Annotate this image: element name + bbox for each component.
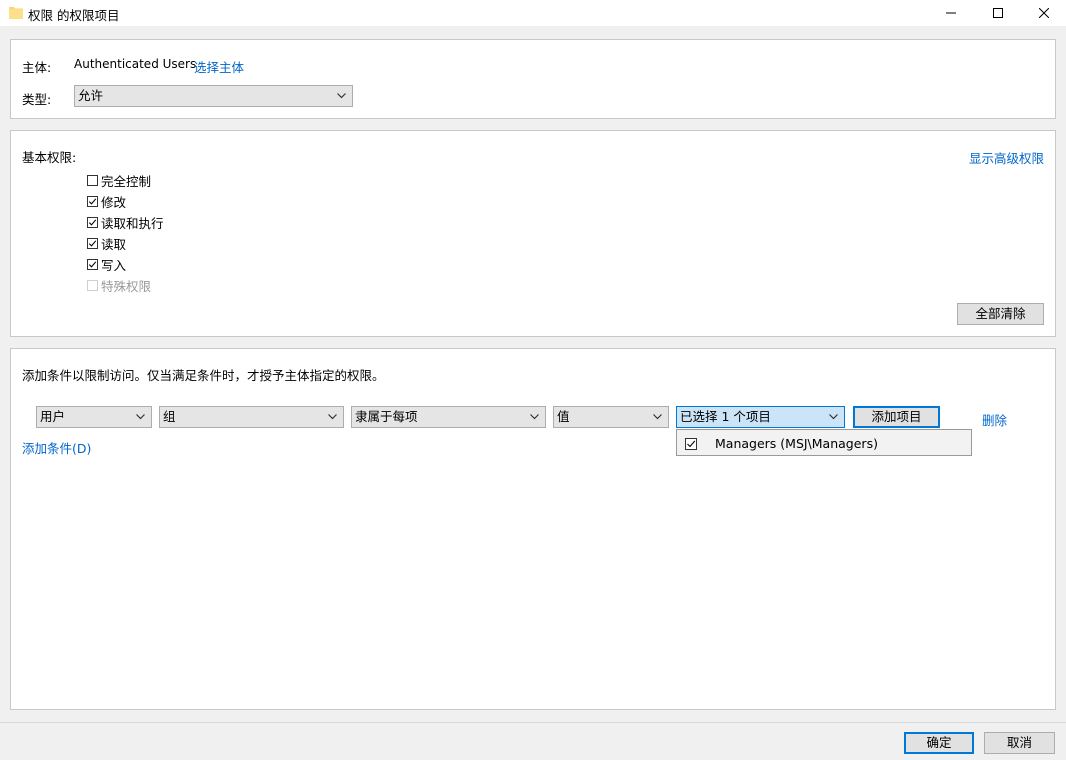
clear-all-button[interactable]: 全部清除	[957, 303, 1044, 325]
chevron-down-icon	[530, 414, 539, 420]
add-condition-link[interactable]: 添加条件(D)	[22, 438, 91, 457]
chevron-down-icon	[653, 414, 662, 420]
minimize-button[interactable]	[928, 0, 974, 26]
cancel-button[interactable]: 取消	[984, 732, 1055, 754]
checkbox-checked[interactable]	[87, 216, 98, 228]
close-button[interactable]	[1021, 0, 1066, 26]
permission-read-execute[interactable]: 读取和执行	[87, 213, 164, 231]
checkbox-checked[interactable]	[87, 237, 98, 249]
permission-label: 读取	[101, 236, 127, 252]
basic-permissions-label: 基本权限:	[22, 150, 77, 165]
maximize-button[interactable]	[975, 0, 1021, 26]
maximize-icon	[993, 8, 1003, 18]
checkbox-checked[interactable]	[87, 258, 98, 270]
window-title: 权限 的权限项目	[28, 8, 120, 23]
delete-condition-link[interactable]: 删除	[982, 410, 1007, 429]
condition-value-type-select[interactable]: 值	[553, 406, 669, 428]
type-select-value: 允许	[78, 88, 104, 103]
type-select[interactable]: 允许	[74, 85, 353, 107]
checkbox-checked[interactable]	[685, 437, 697, 450]
condition-selection-select[interactable]: 已选择 1 个项目	[676, 406, 845, 428]
conditions-description: 添加条件以限制访问。仅当满足条件时，才授予主体指定的权限。	[22, 368, 385, 383]
conditions-panel: 添加条件以限制访问。仅当满足条件时，才授予主体指定的权限。 用户 组 隶属于每项…	[10, 348, 1056, 710]
condition-selection-value: 已选择 1 个项目	[680, 409, 771, 424]
close-icon	[1039, 8, 1049, 18]
permission-read[interactable]: 读取	[87, 234, 126, 252]
chevron-down-icon	[328, 414, 337, 420]
add-items-button[interactable]: 添加项目	[853, 406, 940, 428]
title-bar: 权限 的权限项目	[0, 0, 1066, 26]
minimize-icon	[946, 12, 956, 14]
permission-full-control[interactable]: 完全控制	[87, 171, 151, 189]
chevron-down-icon	[337, 93, 346, 99]
checkmark-icon	[88, 218, 97, 226]
list-item[interactable]: Managers (MSJ\Managers)	[685, 436, 878, 451]
permission-label: 特殊权限	[101, 278, 152, 294]
principal-value: Authenticated Users	[74, 57, 197, 71]
checkbox-checked[interactable]	[87, 195, 98, 207]
permission-label: 修改	[101, 194, 127, 210]
condition-value-type-value: 值	[557, 409, 570, 424]
chevron-down-icon	[136, 414, 145, 420]
select-principal-link[interactable]: 选择主体	[194, 57, 244, 76]
permission-write[interactable]: 写入	[87, 255, 126, 273]
folder-icon	[9, 7, 23, 19]
permission-label: 读取和执行	[101, 215, 164, 231]
condition-group-value: 组	[163, 409, 176, 424]
permission-label: 完全控制	[101, 173, 152, 189]
condition-operator-select[interactable]: 隶属于每项	[351, 406, 546, 428]
basic-permissions-panel: 基本权限: 显示高级权限 完全控制 修改 读取和执行 读取 写入 特殊权限 全部…	[10, 130, 1056, 337]
permission-special: 特殊权限	[87, 276, 151, 294]
checkmark-icon	[687, 440, 696, 447]
permission-modify[interactable]: 修改	[87, 192, 126, 210]
checkmark-icon	[88, 197, 97, 205]
condition-user-value: 用户	[40, 409, 66, 424]
selection-dropdown-list: Managers (MSJ\Managers)	[676, 429, 972, 456]
checkmark-icon	[88, 260, 97, 268]
footer-divider	[0, 722, 1066, 723]
ok-button[interactable]: 确定	[904, 732, 974, 754]
permission-label: 写入	[101, 257, 127, 273]
condition-user-select[interactable]: 用户	[36, 406, 152, 428]
type-label: 类型:	[22, 92, 52, 107]
condition-group-select[interactable]: 组	[159, 406, 344, 428]
checkbox-disabled	[87, 279, 98, 291]
checkbox-unchecked[interactable]	[87, 174, 98, 186]
principal-panel: 主体: Authenticated Users 选择主体 类型: 允许	[10, 39, 1056, 119]
list-item-label: Managers (MSJ\Managers)	[715, 436, 878, 451]
condition-operator-value: 隶属于每项	[355, 409, 418, 424]
checkmark-icon	[88, 239, 97, 247]
show-advanced-permissions-link[interactable]: 显示高级权限	[969, 148, 1044, 167]
chevron-down-icon	[829, 414, 838, 420]
principal-label: 主体:	[22, 60, 52, 75]
